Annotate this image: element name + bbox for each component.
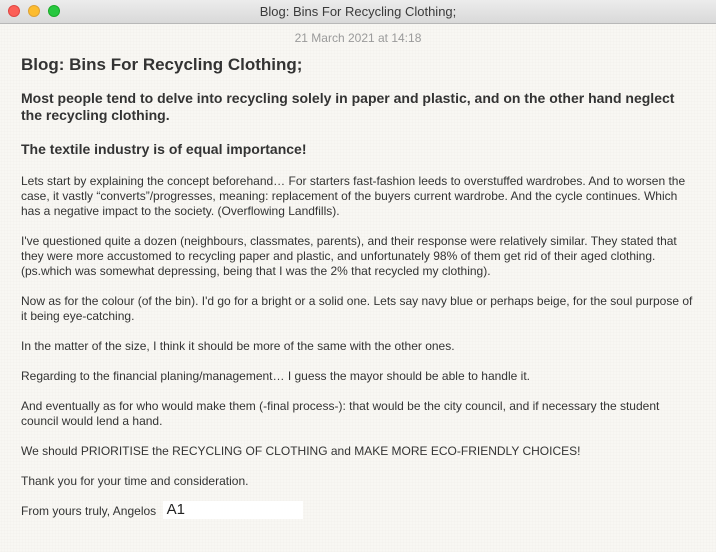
paragraph: Now as for the colour (of the bin). I'd … bbox=[21, 294, 693, 323]
paragraph: We should PRIORITISE the RECYCLING OF CL… bbox=[21, 444, 581, 458]
note-title: Blog: Bins For Recycling Clothing; bbox=[21, 55, 303, 74]
signature-field: A1 bbox=[162, 501, 303, 519]
signoff-text: From yours truly, Angelos bbox=[21, 504, 157, 518]
paragraph: Thank you for your time and consideratio… bbox=[21, 474, 249, 488]
signoff-line: From yours truly, Angelos A1 bbox=[21, 501, 303, 520]
signature-mark: A1 bbox=[166, 501, 185, 518]
paragraph: Lets start by explaining the concept bef… bbox=[21, 174, 686, 218]
window-titlebar[interactable]: Blog: Bins For Recycling Clothing; bbox=[0, 0, 716, 24]
note-date: 21 March 2021 at 14:18 bbox=[294, 31, 422, 45]
paragraph: Regarding to the financial planing/manag… bbox=[21, 369, 530, 383]
note-body[interactable]: 21 March 2021 at 14:18 Blog: Bins For Re… bbox=[0, 25, 716, 552]
window-title: Blog: Bins For Recycling Clothing; bbox=[259, 4, 457, 19]
paragraph: And eventually as for who would make the… bbox=[21, 399, 660, 428]
paragraph: I've questioned quite a dozen (neighbour… bbox=[21, 234, 677, 278]
lead-paragraph: Most people tend to delve into recycling… bbox=[21, 90, 675, 123]
subheading: The textile industry is of equal importa… bbox=[21, 141, 307, 157]
paragraph: In the matter of the size, I think it sh… bbox=[21, 339, 455, 353]
